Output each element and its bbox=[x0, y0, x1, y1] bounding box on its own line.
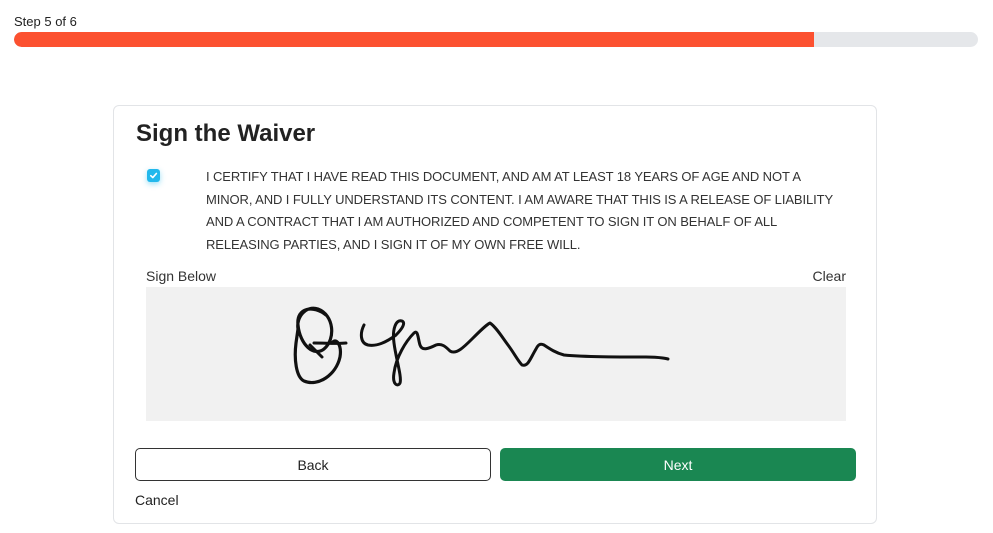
step-indicator: Step 5 of 6 bbox=[14, 14, 77, 29]
next-button[interactable]: Next bbox=[500, 448, 856, 481]
waiver-card: Sign the Waiver I CERTIFY THAT I HAVE RE… bbox=[113, 105, 877, 524]
agree-checkbox[interactable] bbox=[147, 169, 160, 182]
cancel-link[interactable]: Cancel bbox=[135, 492, 179, 508]
progress-bar-fill bbox=[14, 32, 815, 47]
signature-pad[interactable] bbox=[146, 287, 846, 421]
progress-section: Step 5 of 6 bbox=[14, 14, 978, 47]
page-title: Sign the Waiver bbox=[136, 120, 316, 147]
progress-bar bbox=[14, 32, 978, 47]
sign-below-label: Sign Below bbox=[146, 268, 217, 284]
checkmark-icon bbox=[149, 172, 158, 179]
certification-text: I CERTIFY THAT I HAVE READ THIS DOCUMENT… bbox=[206, 169, 833, 252]
signature-drawing bbox=[293, 306, 670, 387]
clear-signature-link[interactable]: Clear bbox=[813, 268, 846, 284]
back-button[interactable]: Back bbox=[135, 448, 491, 481]
